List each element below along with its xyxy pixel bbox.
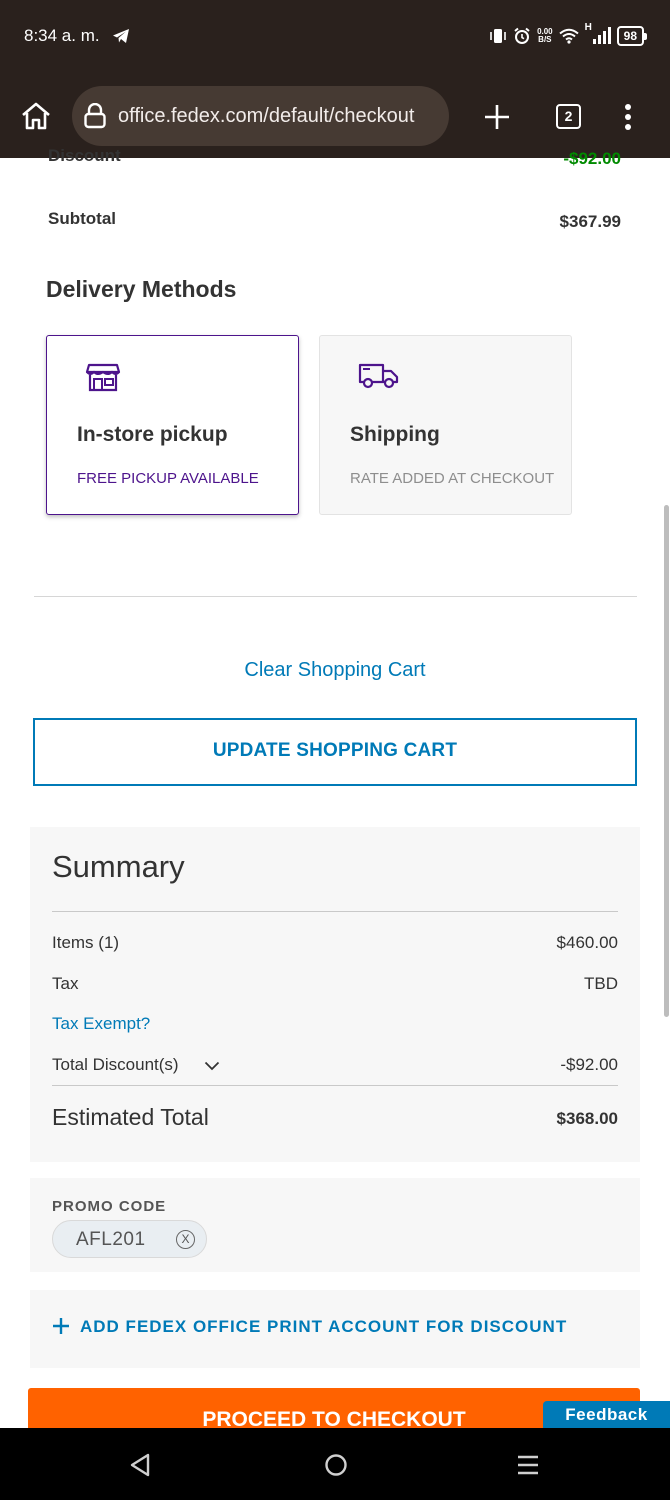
- lock-icon: [84, 103, 106, 129]
- shipping-subtitle: RATE ADDED AT CHECKOUT: [350, 470, 555, 487]
- net-speed-unit: B/S: [538, 35, 552, 44]
- tab-switcher-button[interactable]: 2: [556, 104, 581, 129]
- home-circle-icon[interactable]: [324, 1453, 348, 1477]
- tax-value: TBD: [584, 974, 618, 993]
- shipping-title: Shipping: [350, 423, 440, 446]
- discount-value: -$92.00: [563, 149, 621, 168]
- url-text: office.fedex.com/default/checkout: [118, 105, 415, 127]
- truck-icon: [358, 363, 399, 389]
- subtotal-value: $367.99: [559, 212, 621, 231]
- summary-tax-row: Tax TBD: [52, 974, 618, 994]
- total-discounts-value: -$92.00: [560, 1055, 618, 1074]
- alarm-icon: [514, 27, 530, 44]
- estimated-total-row: Estimated Total $368.00: [52, 1104, 618, 1131]
- back-icon[interactable]: [129, 1453, 151, 1477]
- promo-label: PROMO CODE: [52, 1198, 167, 1215]
- items-label: Items (1): [52, 933, 120, 952]
- url-bar[interactable]: office.fedex.com/default/checkout: [72, 86, 449, 146]
- promo-chip: AFL201 X: [52, 1220, 207, 1258]
- promo-panel: PROMO CODE AFL201 X: [30, 1178, 640, 1272]
- scrollbar[interactable]: [664, 505, 669, 1017]
- remove-promo-icon[interactable]: X: [176, 1230, 195, 1249]
- estimated-total-label: Estimated Total: [52, 1104, 209, 1130]
- discount-label: Discount: [48, 146, 121, 165]
- summary-title: Summary: [52, 849, 185, 884]
- summary-items-row: Items (1) $460.00: [52, 933, 618, 953]
- subtotal-label: Subtotal: [48, 209, 116, 228]
- summary-discounts-row[interactable]: Total Discount(s) -$92.00: [52, 1055, 618, 1075]
- wifi-icon: [559, 28, 579, 44]
- estimated-total-value: $368.00: [556, 1109, 618, 1128]
- net-speed: 0.00 B/S: [537, 28, 553, 44]
- promo-code: AFL201: [76, 1229, 146, 1250]
- delivery-option-shipping[interactable]: Shipping RATE ADDED AT CHECKOUT: [319, 335, 572, 515]
- battery-icon: 98: [616, 26, 648, 46]
- system-nav-bar: [0, 1428, 670, 1500]
- clear-cart-link[interactable]: Clear Shopping Cart: [0, 659, 670, 682]
- pickup-title: In-store pickup: [77, 423, 228, 446]
- status-icons: 0.00 B/S H 98: [489, 22, 648, 48]
- total-divider: [52, 1085, 618, 1086]
- add-account-link[interactable]: ADD FEDEX OFFICE PRINT ACCOUNT FOR DISCO…: [80, 1317, 567, 1337]
- summary-panel: Summary Items (1) $460.00 Tax TBD Tax Ex…: [30, 827, 640, 1162]
- total-discounts-label: Total Discount(s): [52, 1055, 179, 1074]
- chevron-down-icon[interactable]: [204, 1061, 220, 1071]
- home-icon[interactable]: [20, 101, 52, 131]
- pickup-subtitle: FREE PICKUP AVAILABLE: [77, 470, 259, 487]
- recents-icon[interactable]: [517, 1454, 539, 1476]
- plus-icon[interactable]: [52, 1317, 70, 1335]
- tax-label: Tax: [52, 974, 79, 993]
- signal-icon: H: [585, 22, 611, 46]
- feedback-button[interactable]: Feedback: [543, 1401, 670, 1431]
- browser-chrome: 8:34 a. m. 0.00 B/S H 98 office.fedex.co…: [0, 0, 670, 158]
- delivery-methods-heading: Delivery Methods: [46, 276, 237, 302]
- account-panel: ADD FEDEX OFFICE PRINT ACCOUNT FOR DISCO…: [30, 1290, 640, 1368]
- update-cart-button[interactable]: UPDATE SHOPPING CART: [33, 718, 637, 786]
- summary-divider: [52, 911, 618, 912]
- telegram-icon: [113, 29, 129, 43]
- items-value: $460.00: [556, 933, 618, 952]
- divider: [34, 596, 637, 597]
- tax-exempt-link[interactable]: Tax Exempt?: [52, 1014, 618, 1034]
- vibrate-icon: [490, 29, 506, 43]
- status-time: 8:34 a. m.: [24, 26, 100, 45]
- plus-icon[interactable]: [484, 104, 510, 130]
- store-icon: [85, 363, 121, 392]
- delivery-option-pickup[interactable]: In-store pickup FREE PICKUP AVAILABLE: [46, 335, 299, 515]
- more-vert-icon[interactable]: [622, 103, 634, 131]
